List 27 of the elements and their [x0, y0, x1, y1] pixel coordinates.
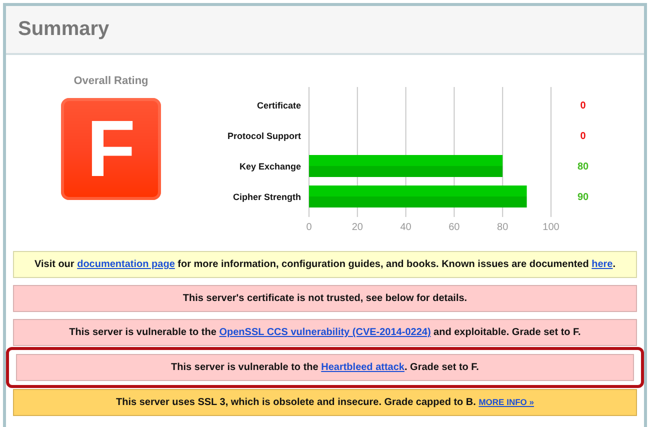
link[interactable]: OpenSSL CCS vulnerability (CVE-2014-0224) — [219, 327, 431, 338]
tick-label: 40 — [400, 222, 412, 233]
score-value: 0 — [580, 131, 586, 142]
notice-message: This server's certificate is not trusted, see below for details. — [13, 285, 637, 312]
rating-label: Overall Rating — [74, 75, 148, 87]
tick-label: 0 — [306, 222, 312, 233]
tick-label: 80 — [497, 222, 508, 233]
category-label: Cipher Strength — [232, 192, 301, 202]
tick-label: 20 — [352, 222, 363, 233]
notice-message: Visit our documentation page for more information, configuration guides, and books. Known issues are documented here. — [13, 251, 637, 278]
link[interactable]: Heartbleed attack — [321, 362, 404, 373]
category-label: Certificate — [256, 100, 301, 110]
notice-message: This server is vulnerable to the OpenSSL CCS vulnerability (CVE-2014-0224) and exploitable. Grade set to F. — [13, 319, 637, 346]
category-label: Protocol Support — [228, 131, 301, 141]
notice-message: This server uses SSL 3, which is obsolete and insecure. Grade capped to B. MORE INFO » — [13, 389, 637, 416]
score-value: 90 — [577, 192, 589, 203]
link[interactable]: here — [592, 259, 613, 270]
tick-label: 100 — [542, 222, 560, 233]
notice-message: This server is vulnerable to the Heartbleed attack. Grade set to F. — [16, 354, 634, 381]
header-title: Summary — [18, 18, 110, 41]
link[interactable]: documentation page — [77, 259, 175, 270]
more-info-link[interactable]: MORE INFO » — [478, 397, 534, 407]
score-value: 80 — [577, 162, 589, 172]
tick-label: 60 — [448, 222, 460, 233]
score-value: 0 — [580, 100, 586, 112]
category-label: Key Exchange — [239, 162, 301, 172]
grade-badge: F — [61, 98, 161, 200]
